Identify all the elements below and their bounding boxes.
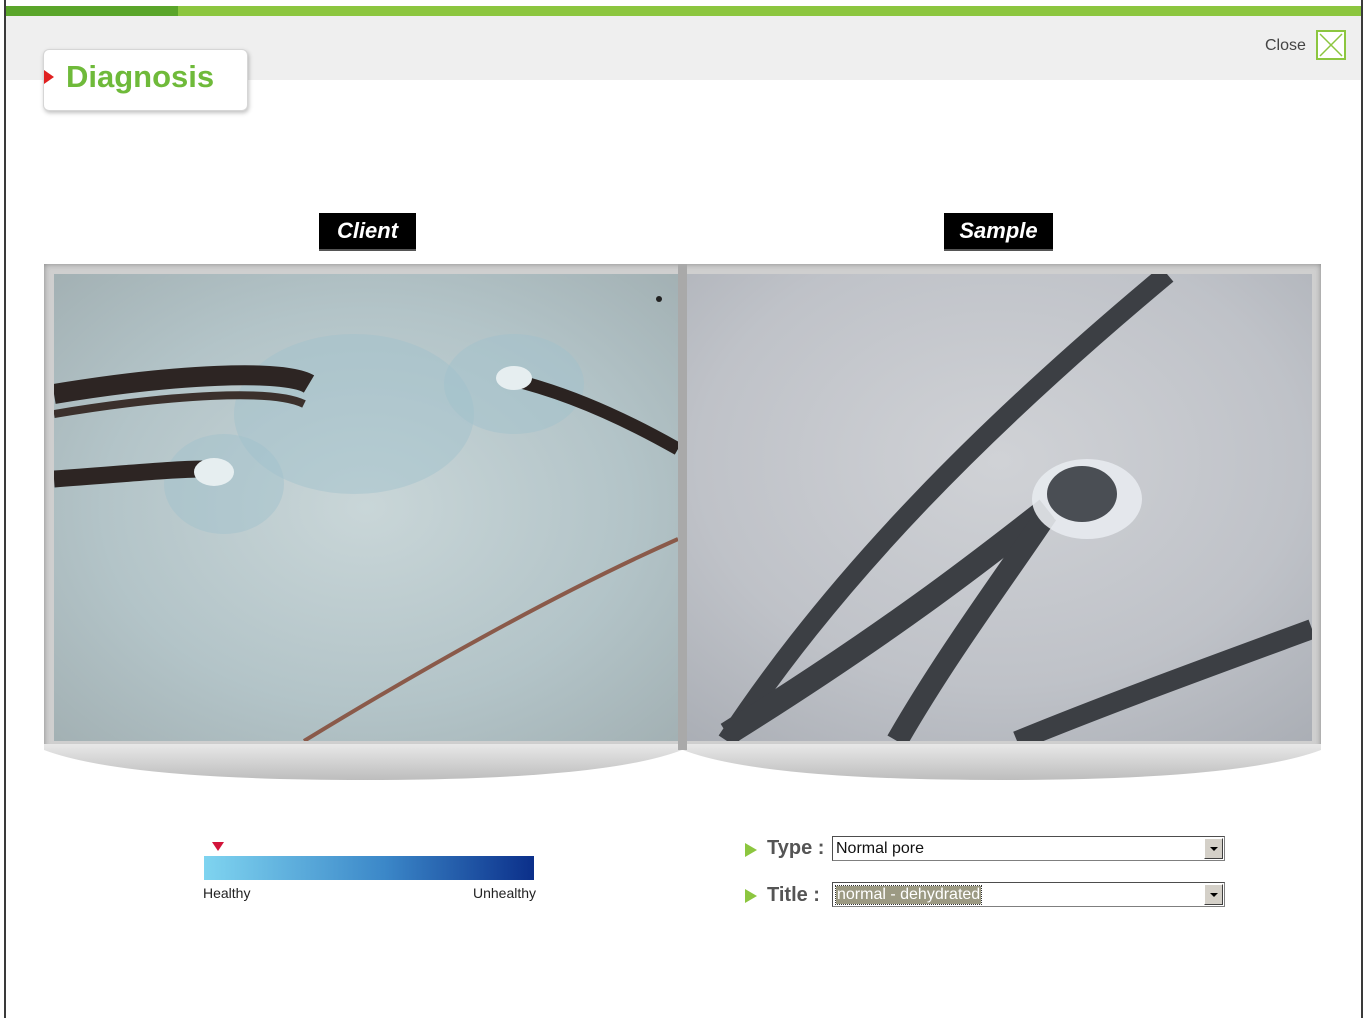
sample-caption: Sample	[944, 213, 1053, 251]
window-border-left	[4, 0, 6, 1018]
type-label: Type :	[767, 837, 825, 859]
title-field-arrow-icon	[745, 889, 757, 903]
scale-healthy-label: Healthy	[203, 885, 251, 901]
title-field-label: Title :	[767, 884, 820, 906]
image-viewer	[44, 264, 1321, 784]
title-dropdown-arrow-icon[interactable]	[1204, 884, 1223, 905]
viewer-divider	[678, 264, 687, 750]
close-label[interactable]: Close	[1265, 37, 1306, 55]
health-scale-bar	[204, 856, 534, 880]
top-accent-segment	[6, 6, 178, 16]
sample-image	[687, 274, 1312, 741]
viewer-bottom-curve	[44, 744, 1321, 780]
window-border-right	[1361, 0, 1363, 1018]
scale-marker	[211, 842, 224, 851]
close-icon[interactable]	[1316, 30, 1346, 60]
client-image	[54, 274, 678, 741]
type-select-value: Normal pore	[836, 840, 925, 857]
page-title-box: Diagnosis	[43, 49, 248, 111]
type-select[interactable]: Normal pore	[832, 836, 1225, 861]
type-arrow-icon	[745, 843, 757, 857]
scale-unhealthy-label: Unhealthy	[473, 885, 537, 901]
title-select-value: normal - dehydrated	[834, 885, 983, 905]
client-caption: Client	[319, 213, 416, 251]
page-title: Diagnosis	[66, 59, 215, 94]
title-select[interactable]: normal - dehydrated	[832, 882, 1225, 907]
title-arrow-icon	[44, 70, 54, 84]
type-dropdown-arrow-icon[interactable]	[1204, 838, 1223, 859]
top-accent-bar	[6, 6, 1361, 16]
